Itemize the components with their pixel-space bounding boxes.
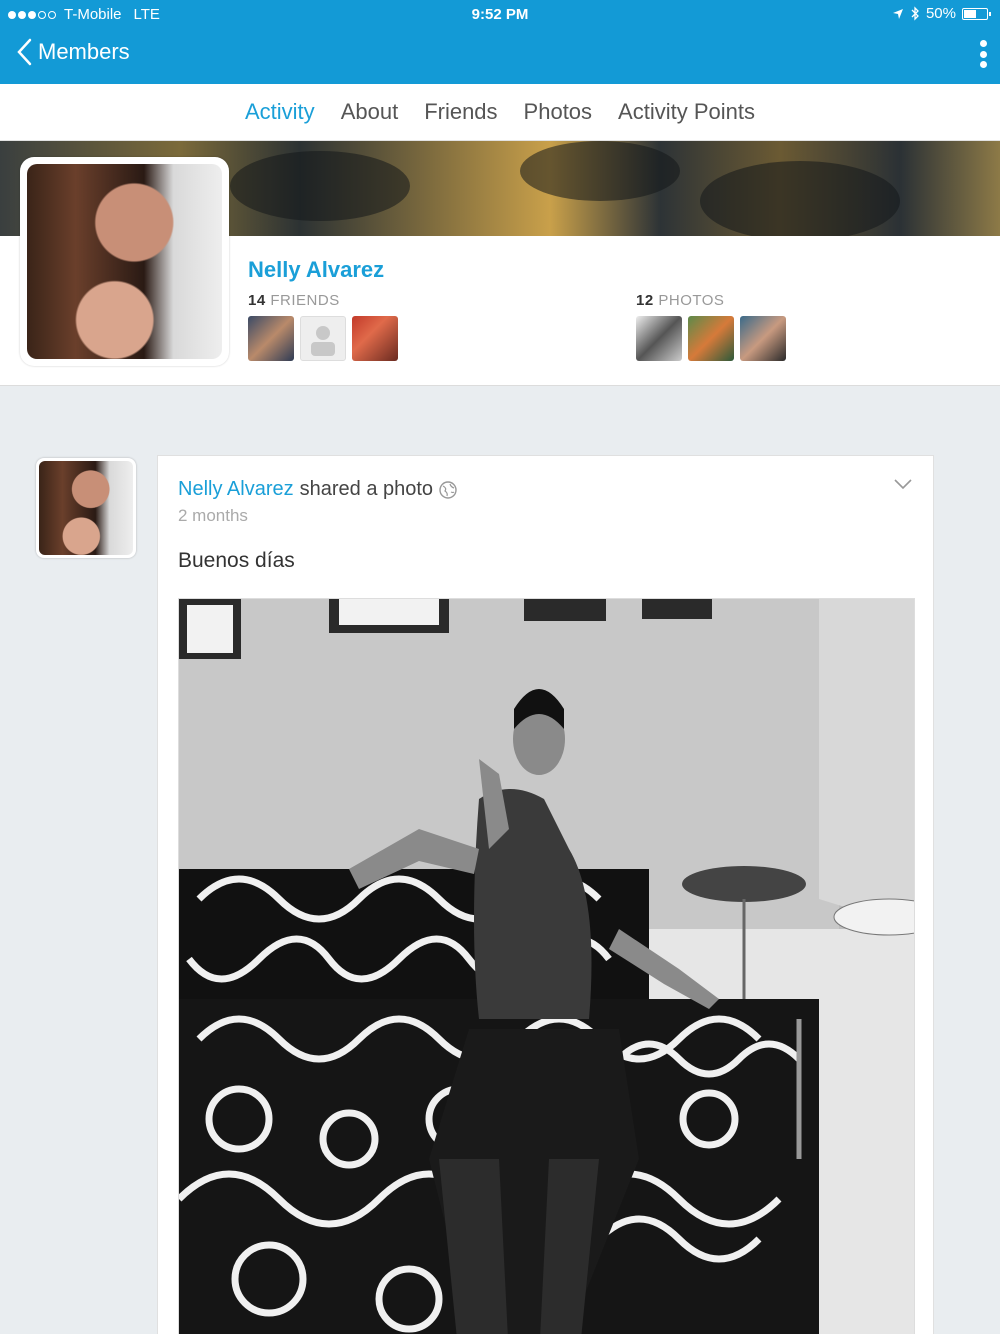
top-bar: T-Mobile LTE 9:52 PM 50% Members (0, 0, 1000, 84)
tab-photos[interactable]: Photos (524, 99, 593, 125)
photos-stat[interactable]: 12 PHOTOS (636, 292, 724, 309)
post-photo[interactable] (178, 598, 915, 1334)
photo-thumbnail[interactable] (740, 316, 786, 361)
friends-count: 14 (248, 292, 266, 309)
friends-label: FRIENDS (270, 292, 340, 309)
profile-name[interactable]: Nelly Alvarez (248, 257, 384, 283)
post-timestamp[interactable]: 2 months (178, 506, 248, 526)
friends-stat[interactable]: 14 FRIENDS (248, 292, 340, 309)
friend-avatar[interactable] (248, 316, 294, 361)
post-photo-image (179, 599, 914, 1334)
post-text: Buenos días (178, 549, 295, 572)
battery-icon (962, 7, 991, 20)
chevron-down-icon[interactable] (893, 478, 913, 490)
photos-label: PHOTOS (658, 292, 725, 309)
more-options-icon[interactable] (980, 40, 988, 68)
post-action: shared a photo (299, 478, 434, 500)
photos-count: 12 (636, 292, 654, 309)
battery-percent: 50% (925, 5, 956, 22)
profile-tabs: Activity About Friends Photos Activity P… (0, 84, 1000, 141)
activity-post: Nelly Alvarez shared a photo 2 months Bu… (157, 455, 934, 1334)
location-arrow-icon (892, 8, 903, 19)
photo-thumbnail[interactable] (688, 316, 734, 361)
friend-avatar-placeholder[interactable] (300, 316, 346, 361)
post-author-link[interactable]: Nelly Alvarez (178, 478, 294, 501)
bluetooth-icon (911, 6, 919, 21)
tab-activity-points[interactable]: Activity Points (618, 99, 755, 125)
back-button[interactable]: Members (16, 38, 130, 66)
tab-friends[interactable]: Friends (424, 99, 497, 125)
tab-about[interactable]: About (341, 99, 399, 125)
clock: 9:52 PM (471, 6, 529, 23)
user-icon (311, 326, 335, 356)
friend-avatar[interactable] (352, 316, 398, 361)
post-author-avatar[interactable] (36, 458, 136, 558)
back-label: Members (38, 39, 130, 64)
globe-icon (439, 480, 457, 499)
photo-thumbnail[interactable] (636, 316, 682, 361)
chevron-left-icon (17, 38, 32, 66)
tab-activity[interactable]: Activity (245, 99, 315, 125)
profile-avatar[interactable] (20, 157, 229, 366)
status-bar: T-Mobile LTE 9:52 PM 50% (0, 0, 1000, 28)
